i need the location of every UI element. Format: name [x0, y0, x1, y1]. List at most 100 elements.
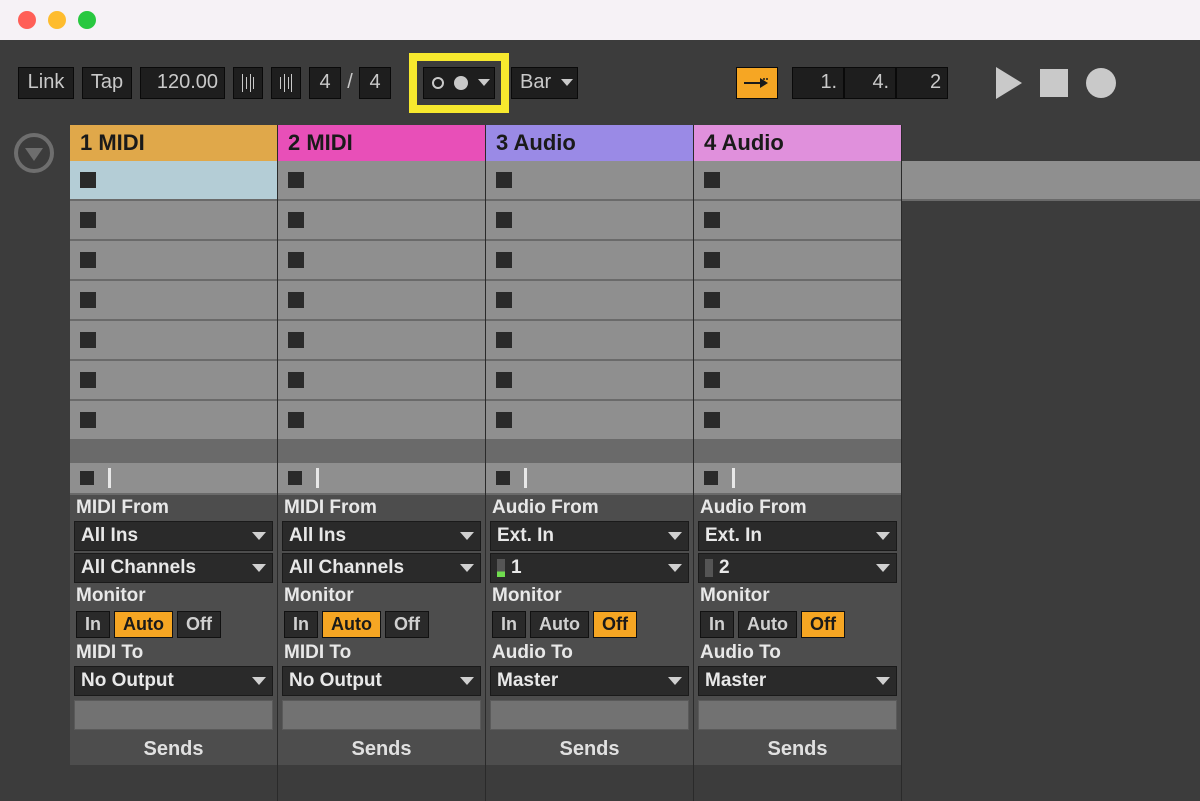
clip-slot[interactable]: [694, 281, 901, 321]
macos-titlebar: [0, 0, 1200, 40]
clip-slot[interactable]: [694, 161, 901, 201]
clip-slot[interactable]: [70, 201, 277, 241]
clip-slot[interactable]: [70, 281, 277, 321]
level-tick-icon: [108, 468, 111, 488]
input-channel-select[interactable]: All Channels: [74, 553, 273, 583]
input-type-select[interactable]: All Ins: [282, 521, 481, 551]
send-knob-area[interactable]: [74, 700, 273, 730]
clip-slot[interactable]: [486, 321, 693, 361]
dropdown-icon: [876, 564, 890, 572]
scene-row[interactable]: [902, 161, 1200, 201]
clip-slot[interactable]: [694, 361, 901, 401]
clip-slot[interactable]: [70, 321, 277, 361]
input-channel-select[interactable]: All Channels: [282, 553, 481, 583]
input-type-select[interactable]: Ext. In: [490, 521, 689, 551]
monitor-off-button[interactable]: Off: [593, 611, 637, 638]
track-status-row[interactable]: [70, 463, 277, 495]
track-header[interactable]: 2 MIDI: [278, 125, 485, 161]
monitor-in-button[interactable]: In: [76, 611, 110, 638]
input-channel-select[interactable]: 2: [698, 553, 897, 583]
monitor-label: Monitor: [698, 585, 897, 607]
stop-all-icon: [288, 471, 302, 485]
position-bar[interactable]: 1.: [792, 67, 844, 99]
track-header[interactable]: 1 MIDI: [70, 125, 277, 161]
send-knob-area[interactable]: [490, 700, 689, 730]
position-beat[interactable]: 4.: [844, 67, 896, 99]
tempo-field[interactable]: 120.00: [140, 67, 225, 99]
nudge-up-button[interactable]: [271, 67, 301, 99]
clip-slot[interactable]: [486, 401, 693, 441]
position-sixteenth[interactable]: 2: [896, 67, 948, 99]
zoom-window-button[interactable]: [78, 11, 96, 29]
output-type-select[interactable]: No Output: [282, 666, 481, 696]
play-button[interactable]: [996, 67, 1022, 99]
clip-slot[interactable]: [486, 281, 693, 321]
clip-slot[interactable]: [278, 401, 485, 441]
clip-slot[interactable]: [694, 201, 901, 241]
output-type-select-value: No Output: [81, 670, 174, 692]
clip-slot[interactable]: [278, 281, 485, 321]
output-type-label: Audio To: [698, 642, 897, 664]
global-quantize-select[interactable]: Bar: [511, 67, 578, 99]
link-toggle[interactable]: Link: [18, 67, 74, 99]
time-sig-numerator[interactable]: 4: [309, 67, 341, 99]
input-channel-select-value: 1: [511, 557, 522, 579]
monitor-label: Monitor: [282, 585, 481, 607]
monitor-auto-button[interactable]: Auto: [322, 611, 381, 638]
clip-stop-icon: [496, 372, 512, 388]
clip-stop-icon: [288, 172, 304, 188]
clip-slot[interactable]: [486, 241, 693, 281]
close-window-button[interactable]: [18, 11, 36, 29]
clip-slot[interactable]: [694, 401, 901, 441]
clip-stop-icon: [80, 412, 96, 428]
clip-slot[interactable]: [278, 161, 485, 201]
clip-slot[interactable]: [694, 241, 901, 281]
monitor-off-button[interactable]: Off: [801, 611, 845, 638]
record-button[interactable]: [1086, 68, 1116, 98]
output-type-select[interactable]: Master: [698, 666, 897, 696]
send-knob-area[interactable]: [698, 700, 897, 730]
monitor-auto-button[interactable]: Auto: [114, 611, 173, 638]
track-status-row[interactable]: [486, 463, 693, 495]
input-type-select[interactable]: Ext. In: [698, 521, 897, 551]
monitor-off-button[interactable]: Off: [385, 611, 429, 638]
output-type-select[interactable]: Master: [490, 666, 689, 696]
dropdown-icon: [876, 532, 890, 540]
clip-slot[interactable]: [486, 161, 693, 201]
metronome-toggle[interactable]: [423, 67, 495, 99]
clip-slot[interactable]: [278, 321, 485, 361]
monitor-row: InAutoOff: [490, 609, 689, 640]
clip-slot[interactable]: [70, 241, 277, 281]
input-type-select[interactable]: All Ins: [74, 521, 273, 551]
slot-gap: [70, 441, 277, 463]
nudge-down-button[interactable]: [233, 67, 263, 99]
clip-slot[interactable]: [486, 201, 693, 241]
monitor-auto-button[interactable]: Auto: [738, 611, 797, 638]
clip-slot[interactable]: [70, 161, 277, 201]
monitor-in-button[interactable]: In: [492, 611, 526, 638]
minimize-window-button[interactable]: [48, 11, 66, 29]
clip-slot[interactable]: [278, 241, 485, 281]
track-status-row[interactable]: [278, 463, 485, 495]
time-sig-denominator[interactable]: 4: [359, 67, 391, 99]
clip-slot[interactable]: [694, 321, 901, 361]
stop-button[interactable]: [1040, 69, 1068, 97]
input-channel-select[interactable]: 1: [490, 553, 689, 583]
monitor-auto-button[interactable]: Auto: [530, 611, 589, 638]
clip-slot[interactable]: [278, 361, 485, 401]
monitor-in-button[interactable]: In: [284, 611, 318, 638]
tap-tempo-button[interactable]: Tap: [82, 67, 132, 99]
track-status-row[interactable]: [694, 463, 901, 495]
clip-slot[interactable]: [278, 201, 485, 241]
monitor-off-button[interactable]: Off: [177, 611, 221, 638]
browser-toggle[interactable]: [14, 133, 54, 173]
clip-slot[interactable]: [70, 401, 277, 441]
output-type-select[interactable]: No Output: [74, 666, 273, 696]
clip-slot[interactable]: [70, 361, 277, 401]
monitor-in-button[interactable]: In: [700, 611, 734, 638]
clip-slot[interactable]: [486, 361, 693, 401]
track-header[interactable]: 3 Audio: [486, 125, 693, 161]
follow-button[interactable]: [736, 67, 778, 99]
send-knob-area[interactable]: [282, 700, 481, 730]
track-header[interactable]: 4 Audio: [694, 125, 901, 161]
